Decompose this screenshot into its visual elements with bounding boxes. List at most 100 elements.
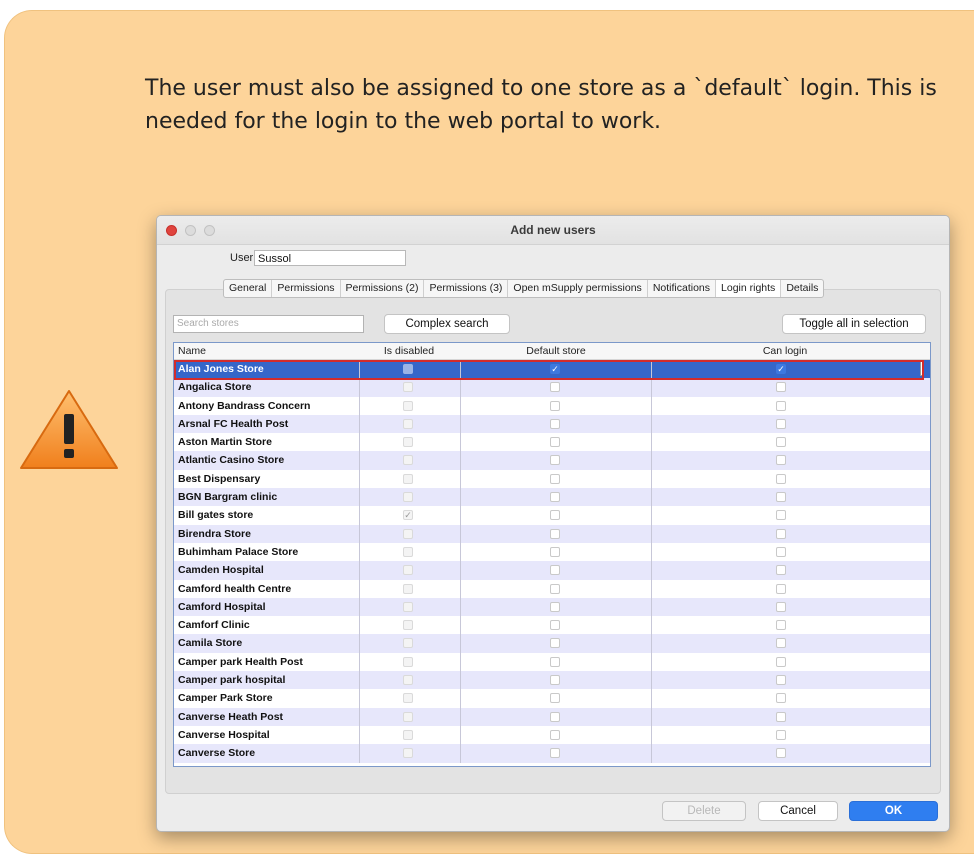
column-header-is-disabled[interactable]: Is disabled [359,343,459,359]
table-row[interactable]: Camforf Clinic [174,616,930,635]
store-name: Canverse Store [178,747,256,760]
table-row[interactable]: Camila Store [174,634,930,653]
can-login-checkbox[interactable] [776,546,786,557]
toggle-all-button[interactable]: Toggle all in selection [782,314,926,334]
user-label: User [230,252,254,264]
scrollbar-thumb[interactable] [920,361,924,376]
default-store-checkbox[interactable] [550,546,560,557]
table-row[interactable]: Canverse Heath Post [174,707,930,726]
table-row[interactable]: Atlantic Casino Store [174,451,930,470]
store-name: Bill gates store [178,509,254,522]
can-login-checkbox[interactable] [776,748,786,759]
can-login-checkbox[interactable] [776,693,786,704]
can-login-checkbox[interactable] [776,601,786,612]
complex-search-button[interactable]: Complex search [384,314,510,334]
default-store-checkbox[interactable] [550,437,560,448]
tab-permissions[interactable]: Permissions [272,280,341,297]
tab-permissions-2[interactable]: Permissions (2) [341,280,425,297]
can-login-checkbox[interactable] [776,437,786,448]
tab-notifications[interactable]: Notifications [648,280,717,297]
table-row[interactable]: Camper park hospital [174,671,930,690]
default-store-checkbox[interactable] [550,729,560,740]
default-store-checkbox[interactable] [550,400,560,411]
delete-button[interactable]: Delete [662,801,746,821]
table-row[interactable]: Buhimham Palace Store [174,542,930,562]
table-row[interactable]: Bill gates store ✓ [174,506,930,525]
can-login-checkbox[interactable] [776,711,786,722]
table-header: Name Is disabled Default store Can login [174,343,930,360]
column-header-default-store[interactable]: Default store [461,343,651,359]
default-store-checkbox[interactable] [550,693,560,704]
can-login-checkbox[interactable] [776,565,786,576]
tab-general[interactable]: General [224,280,273,297]
column-header-can-login[interactable]: Can login [652,343,918,359]
default-store-checkbox[interactable] [550,492,560,503]
can-login-checkbox[interactable] [776,400,786,411]
table-row[interactable]: Camford Hospital [174,597,930,617]
default-store-checkbox[interactable] [550,565,560,576]
can-login-checkbox[interactable] [776,418,786,429]
default-store-checkbox[interactable] [550,455,560,466]
column-divider [460,396,461,415]
can-login-checkbox[interactable] [776,675,786,686]
table-row[interactable]: Arsnal FC Health Post [174,414,930,434]
default-store-checkbox[interactable] [550,510,560,521]
tab-open-msupply-permissions[interactable]: Open mSupply permissions [508,280,648,297]
table-row[interactable]: Camper park Health Post [174,652,930,672]
can-login-checkbox[interactable] [776,729,786,740]
table-row[interactable]: Camford health Centre [174,579,930,598]
table-row[interactable]: Angalica Store [174,378,930,397]
can-login-checkbox[interactable] [776,638,786,649]
can-login-checkbox[interactable] [776,620,786,631]
default-store-checkbox[interactable] [550,583,560,594]
can-login-checkbox[interactable] [776,656,786,667]
search-stores-input[interactable]: Search stores [173,315,364,333]
can-login-checkbox[interactable] [776,492,786,503]
default-store-checkbox[interactable]: ✓ [550,364,560,374]
table-row[interactable]: Best Dispensary [174,469,930,489]
table-row[interactable]: Antony Bandrass Concern [174,396,930,415]
cancel-button[interactable]: Cancel [758,801,838,821]
table-row[interactable]: Camper Park Store [174,689,930,708]
column-divider [651,488,652,507]
table-row[interactable]: Canverse Hospital [174,725,930,745]
table-row[interactable]: Canverse Store [174,744,930,763]
table-row[interactable]: Aston Martin Store [174,433,930,452]
default-store-checkbox[interactable] [550,675,560,686]
table-row[interactable]: Birendra Store [174,524,930,543]
default-store-checkbox[interactable] [550,418,560,429]
column-header-name[interactable]: Name [178,343,206,359]
default-store-checkbox[interactable] [550,382,560,393]
can-login-checkbox[interactable] [776,583,786,594]
can-login-checkbox[interactable] [776,382,786,393]
table-row[interactable]: Camden Hospital [174,561,930,580]
default-store-checkbox[interactable] [550,711,560,722]
default-store-checkbox[interactable] [550,638,560,649]
table-row[interactable]: BGN Bargram clinic [174,488,930,507]
tab-details[interactable]: Details [781,280,823,297]
column-divider [460,725,461,745]
default-store-checkbox[interactable] [550,473,560,484]
column-divider [651,524,652,543]
store-name: Camford Hospital [178,600,266,613]
can-login-checkbox[interactable]: ✓ [776,364,786,374]
column-divider [460,652,461,672]
note-text: The user must also be assigned to one st… [145,76,937,134]
user-name-field[interactable]: Sussol [254,250,406,266]
default-store-checkbox[interactable] [550,528,560,539]
store-name: Camper park hospital [178,674,286,687]
default-store-checkbox[interactable] [550,748,560,759]
table-row[interactable]: Alan Jones Store ✓ ✓ [174,360,930,379]
tab-login-rights[interactable]: Login rights [716,280,782,297]
can-login-checkbox[interactable] [776,510,786,521]
default-store-checkbox[interactable] [550,656,560,667]
column-divider [651,396,652,415]
tab-permissions-3[interactable]: Permissions (3) [424,280,509,297]
column-divider [651,506,652,525]
can-login-checkbox[interactable] [776,473,786,484]
ok-button[interactable]: OK [849,801,938,821]
default-store-checkbox[interactable] [550,601,560,612]
default-store-checkbox[interactable] [550,620,560,631]
can-login-checkbox[interactable] [776,455,786,466]
can-login-checkbox[interactable] [776,528,786,539]
